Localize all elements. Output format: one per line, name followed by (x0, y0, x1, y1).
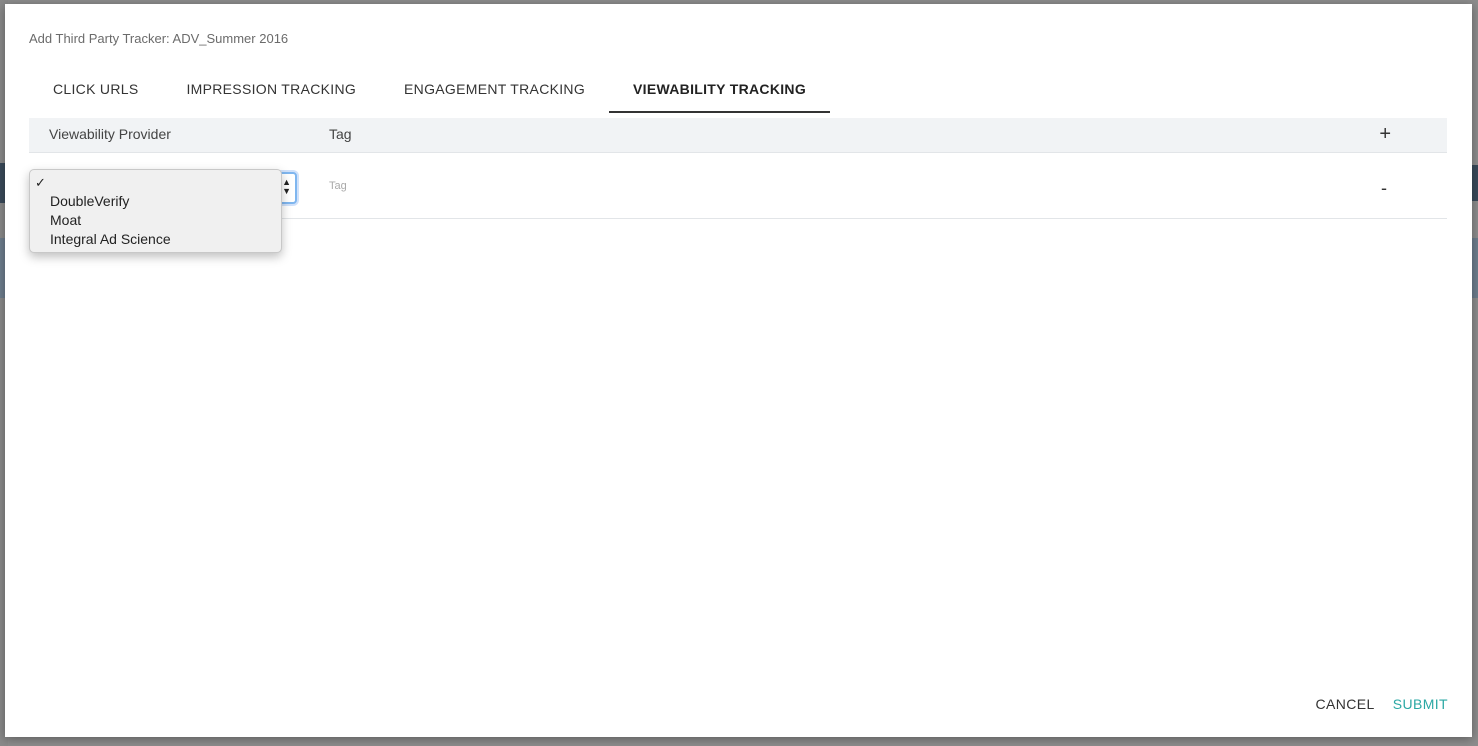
dropdown-option-doubleverify[interactable]: DoubleVerify (30, 192, 281, 211)
dropdown-option-integral-ad-science[interactable]: Integral Ad Science (30, 230, 281, 249)
modal-title: Add Third Party Tracker: ADV_Summer 2016 (29, 31, 289, 46)
tab-viewability-tracking[interactable]: VIEWABILITY TRACKING (609, 68, 831, 113)
dropdown-option-label: Integral Ad Science (50, 231, 171, 247)
checkmark-icon: ✓ (35, 175, 46, 190)
tab-engagement-tracking[interactable]: ENGAGEMENT TRACKING (380, 68, 609, 113)
dropdown-option-label: DoubleVerify (50, 193, 130, 209)
dropdown-option-label: Moat (50, 212, 82, 228)
modal-footer: CANCEL SUBMIT (1316, 696, 1449, 712)
cancel-button[interactable]: CANCEL (1316, 696, 1375, 712)
column-header-provider: Viewability Provider (49, 126, 171, 142)
tab-bar: CLICK URLS IMPRESSION TRACKING ENGAGEMEN… (29, 68, 831, 113)
select-arrows-icon: ▲ ▼ (282, 177, 291, 196)
dropdown-option-empty[interactable]: ✓ (30, 173, 281, 192)
dropdown-option-moat[interactable]: Moat (30, 211, 281, 230)
provider-dropdown-menu: ✓ DoubleVerify Moat Integral Ad Science (29, 169, 282, 253)
remove-row-button[interactable]: - (1381, 179, 1387, 197)
tab-click-urls[interactable]: CLICK URLS (29, 68, 162, 113)
tab-impression-tracking[interactable]: IMPRESSION TRACKING (162, 68, 380, 113)
table-header: Viewability Provider Tag + (29, 118, 1447, 153)
tracker-modal: Add Third Party Tracker: ADV_Summer 2016… (5, 4, 1472, 737)
add-row-button[interactable]: + (1379, 122, 1391, 146)
submit-button[interactable]: SUBMIT (1393, 696, 1448, 712)
tag-input[interactable] (329, 175, 929, 197)
column-header-tag: Tag (329, 126, 352, 142)
